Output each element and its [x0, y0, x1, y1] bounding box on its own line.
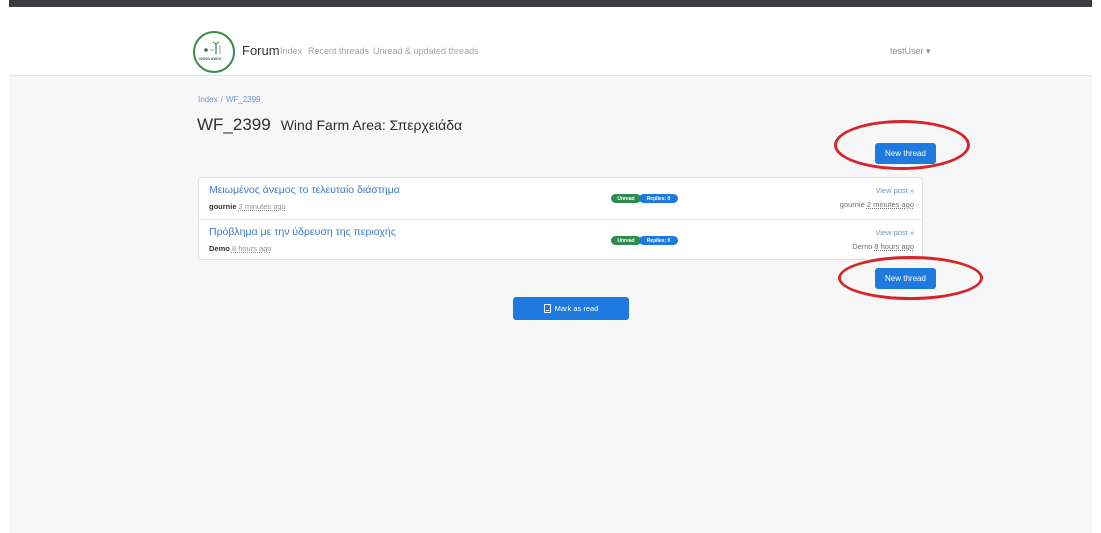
- view-post-link[interactable]: View post »: [875, 186, 914, 195]
- thread-title-link[interactable]: Πρόβλημα με την ύδρευση της περιοχής: [209, 226, 396, 238]
- thread-author[interactable]: Demo: [209, 244, 230, 253]
- last-post-author[interactable]: gournie: [840, 200, 865, 209]
- last-post-info: gournie 2 minutes ago: [840, 200, 914, 209]
- unread-badge: Unread: [611, 236, 641, 245]
- thread-author[interactable]: gournie: [209, 202, 237, 211]
- nav-link-index[interactable]: Index: [280, 46, 302, 56]
- breadcrumb-item-current[interactable]: WF_2399: [226, 95, 261, 104]
- unread-badge: Unread: [611, 194, 641, 203]
- thread-meta: gournie 2 minutes ago: [209, 202, 286, 211]
- forum-subtitle: Wind Farm Area: Σπερχειάδα: [280, 117, 463, 133]
- breadcrumb-separator: /: [220, 95, 223, 104]
- thread-title-link[interactable]: Μειωμένος άνεμος το τελευταίο διάστημα: [209, 184, 400, 196]
- replies-badge: Replies: 0: [639, 194, 678, 203]
- view-post-link[interactable]: View post »: [875, 228, 914, 237]
- mark-as-read-label: Mark as read: [554, 304, 599, 313]
- new-thread-button-top[interactable]: New thread: [875, 143, 936, 164]
- thread-row: Μειωμένος άνεμος το τελευταίο διάστημα g…: [199, 178, 922, 218]
- thread-time: 8 hours ago: [231, 244, 272, 253]
- last-post-info: Demo 8 hours ago: [852, 242, 914, 251]
- breadcrumb-item-index[interactable]: Index: [198, 95, 218, 104]
- replies-badge: Replies: 0: [639, 236, 678, 245]
- thread-row: Πρόβλημα με την ύδρευση της περιοχής Dem…: [199, 219, 922, 260]
- thread-time: 2 minutes ago: [238, 202, 286, 211]
- last-post-time: 2 minutes ago: [866, 200, 914, 209]
- mark-as-read-button[interactable]: Mark as read: [513, 297, 629, 320]
- thread-meta: Demo 8 hours ago: [209, 244, 272, 253]
- last-post-time: 8 hours ago: [874, 242, 914, 251]
- breadcrumb: Index / WF_2399: [198, 95, 261, 104]
- user-menu-dropdown[interactable]: testUser ▾: [890, 46, 931, 57]
- book-icon: [543, 304, 551, 313]
- page-title: WF_2399 Wind Farm Area: Σπερχειάδα: [197, 115, 462, 135]
- brand-link[interactable]: Forum: [242, 43, 280, 58]
- navbar: WINDAWID Forum Index Recent threads Unre…: [9, 7, 1092, 76]
- nav-link-unread-updated[interactable]: Unread & updated threads: [373, 46, 479, 56]
- logo-text: WINDAWID: [199, 56, 222, 61]
- forum-code: WF_2399: [197, 115, 271, 134]
- nav-link-recent-threads[interactable]: Recent threads: [308, 46, 369, 56]
- new-thread-button-bottom[interactable]: New thread: [875, 268, 936, 289]
- last-post-author[interactable]: Demo: [852, 242, 872, 251]
- browser-viewport: WINDAWID Forum Index Recent threads Unre…: [9, 0, 1092, 533]
- windawid-logo[interactable]: WINDAWID: [193, 31, 235, 73]
- browser-top-bar: [9, 0, 1092, 7]
- thread-list: Μειωμένος άνεμος το τελευταίο διάστημα g…: [198, 177, 923, 260]
